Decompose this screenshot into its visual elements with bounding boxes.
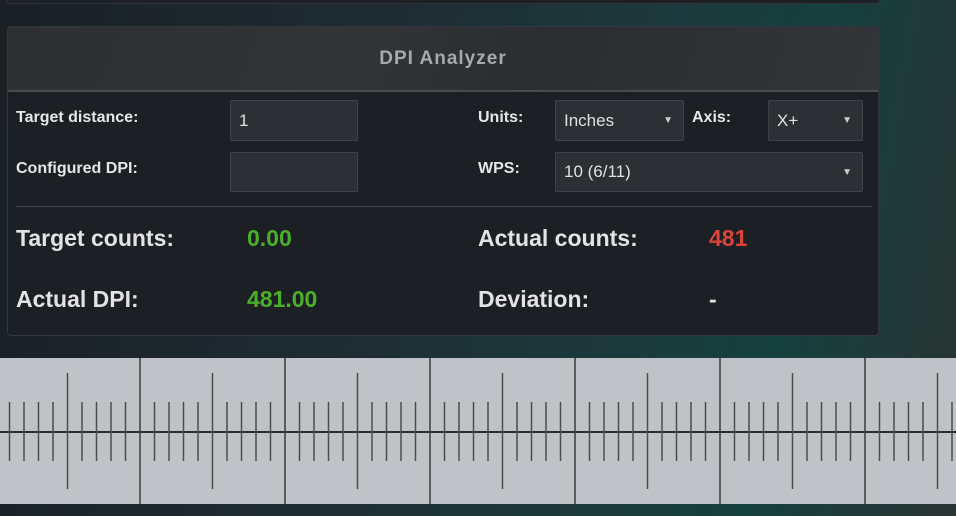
target-counts-label: Target counts: [16, 225, 175, 251]
dpi-analyzer-panel: DPI Analyzer Target distance: 1 Configur… [7, 26, 879, 336]
units-select[interactable]: Inches [555, 100, 684, 141]
target-counts-value: 0.00 [247, 225, 292, 251]
axis-value: X+ [777, 110, 799, 130]
deviation-value: - [709, 286, 717, 312]
wps-select[interactable]: 10 (6/11) [555, 152, 863, 192]
ruler-ticks [0, 358, 956, 504]
actual-counts-label: Actual counts: [478, 225, 638, 251]
wps-label: WPS: [478, 160, 520, 177]
axis-label: Axis: [692, 109, 732, 126]
top-panel-edge [6, 0, 880, 4]
divider [16, 206, 872, 207]
actual-counts-value: 481 [709, 225, 748, 251]
measurement-ruler[interactable] [0, 358, 956, 504]
wps-value: 10 (6/11) [564, 162, 631, 181]
configured-dpi-input[interactable] [230, 152, 358, 192]
configured-dpi-label: Configured DPI: [16, 160, 138, 177]
deviation-label: Deviation: [478, 286, 590, 312]
axis-select[interactable]: X+ [768, 100, 863, 141]
units-label: Units: [478, 109, 524, 126]
target-distance-input[interactable]: 1 [230, 100, 358, 141]
panel-header: DPI Analyzer [8, 27, 878, 92]
actual-dpi-label: Actual DPI: [16, 286, 139, 312]
units-value: Inches [564, 110, 615, 130]
target-distance-label: Target distance: [16, 109, 139, 126]
panel-title: DPI Analyzer [379, 47, 507, 69]
actual-dpi-value: 481.00 [247, 286, 318, 312]
